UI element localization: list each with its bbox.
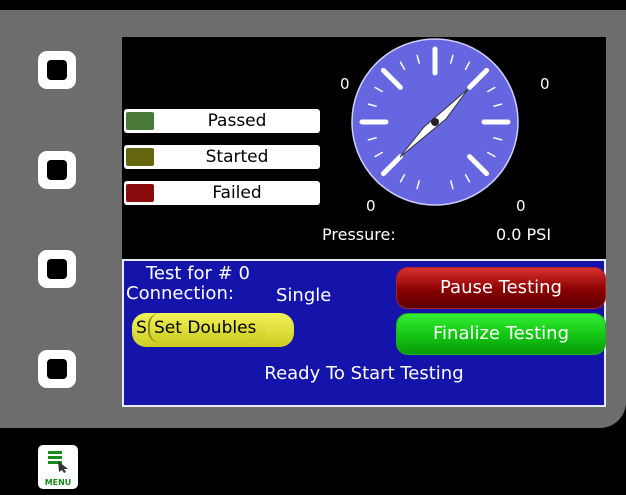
legend-failed-label: Failed xyxy=(212,183,262,203)
pressure-gauge xyxy=(351,38,519,206)
side-key-4-face xyxy=(47,359,67,379)
side-key-4[interactable] xyxy=(38,350,76,388)
menu-label: MENU xyxy=(44,478,72,487)
legend-started: Started xyxy=(124,145,320,169)
gauge-tick-label-top-left: 0 xyxy=(340,75,350,93)
connection-value: Single xyxy=(276,285,332,306)
side-key-3-face xyxy=(47,259,67,279)
side-key-2-face xyxy=(47,160,67,180)
legend-passed-label: Passed xyxy=(207,111,267,131)
set-doubles-button[interactable]: S Set Doubles xyxy=(132,313,294,347)
started-swatch xyxy=(126,148,154,166)
gauge-tick-label-bottom-right: 0 xyxy=(516,197,526,215)
gauge-needle-hub xyxy=(431,118,439,126)
doubles-underlay-text: S xyxy=(136,318,147,338)
passed-swatch xyxy=(126,112,154,130)
legend-failed: Failed xyxy=(124,181,320,205)
legend-passed: Passed xyxy=(124,109,320,133)
pressure-label: Pressure: xyxy=(322,225,396,244)
display-screen: Passed Started Failed 0 0 0 0 Pressure: … xyxy=(122,37,606,407)
side-key-1[interactable] xyxy=(38,51,76,89)
legend-started-label: Started xyxy=(205,147,269,167)
set-doubles-label: Set Doubles xyxy=(148,313,267,343)
menu-icon xyxy=(48,451,68,473)
status-message: Ready To Start Testing xyxy=(264,363,464,384)
test-number: Test for # 0 xyxy=(146,263,250,284)
side-key-2[interactable] xyxy=(38,151,76,189)
side-key-3[interactable] xyxy=(38,250,76,288)
menu-button[interactable]: MENU xyxy=(38,445,78,489)
pressure-value: 0.0 PSI xyxy=(496,225,552,244)
connection-label: Connection: xyxy=(126,283,234,304)
gauge-tick-label-top-right: 0 xyxy=(540,75,550,93)
gauge-tick-label-bottom-left: 0 xyxy=(366,197,376,215)
failed-swatch xyxy=(126,184,154,202)
status-panel: Test for # 0 Connection: Single S Set Do… xyxy=(122,259,606,407)
finalize-testing-button[interactable]: Finalize Testing xyxy=(396,313,606,355)
pause-testing-button[interactable]: Pause Testing xyxy=(396,267,606,309)
side-key-1-face xyxy=(47,60,67,80)
